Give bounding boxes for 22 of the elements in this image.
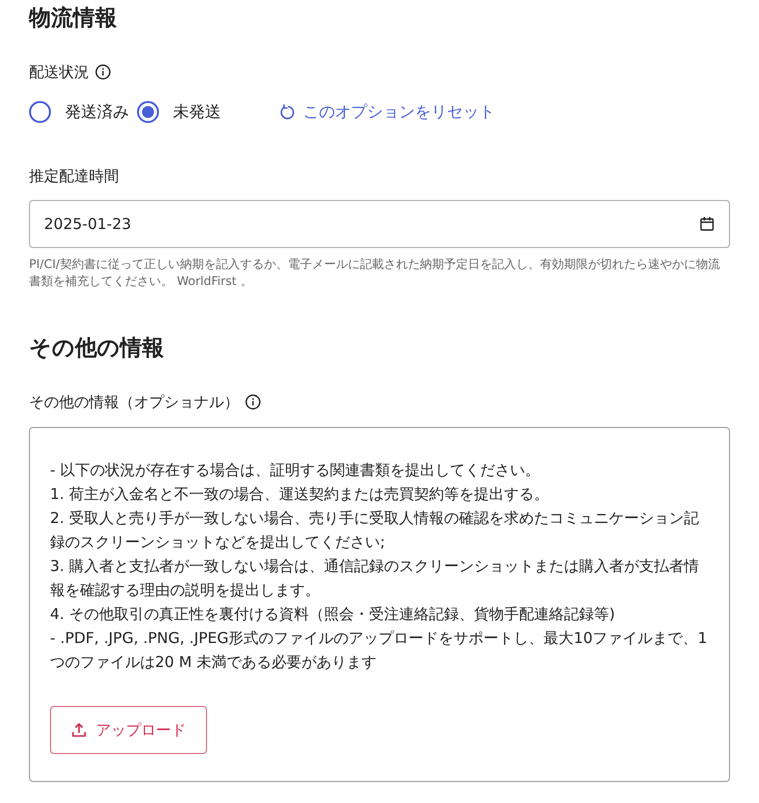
info-icon — [245, 394, 261, 410]
info-icon — [95, 64, 111, 80]
instruction-text: 3. 購入者と支払者が一致しない場合は、通信記録のスクリーンショットまたは購入者が支払者情報を確認する理由の説明を提出します。 — [50, 556, 700, 601]
date-field[interactable]: 2025-01-23 — [29, 200, 730, 248]
field-label: 配送状況 — [29, 62, 89, 82]
help-text: PI/CI/契約書に従って正しい納期を記入するか、電子メールに記載された納期予定日を記入し、有効期限が切れたら速やかに物流書類を補充してください。 WorldFirst 。 — [29, 256, 721, 290]
section-title: 物流情報 — [29, 4, 118, 33]
field-label: 推定配達時間 — [29, 166, 119, 186]
upload-icon[interactable] — [71, 722, 87, 738]
radio-option[interactable]: 未発送 — [137, 101, 221, 123]
instruction-text: - .PDF, .JPG, .PNG, .JPEG形式のファイルのアップロードをサポートし、最大10ファイルまで、1 つのファイルは20 M 未満である必要があります — [50, 628, 708, 673]
section-title: その他の情報 — [29, 335, 165, 363]
instruction-text: 1. 荷主が入金名と不一致の場合、運送契約または売買契約等を提出する。 — [50, 484, 550, 505]
instruction-text: - 以下の状況が存在する場合は、証明する関連書類を提出してください。 — [50, 460, 542, 481]
field-label: その他の情報（オプショナル） — [29, 392, 239, 412]
instruction-text: 2. 受取人と売り手が一致しない場合、売り手に受取人情報の確認を求めたコミュニケーション記録のスクリーンショットなどを提出してください; — [50, 508, 700, 553]
upload-button[interactable]: アップロード — [50, 706, 207, 754]
reset-icon[interactable] — [279, 103, 295, 121]
reset-link[interactable]: このオプションをリセット — [279, 102, 495, 122]
radio-option[interactable]: 発送済み — [29, 101, 129, 123]
calendar-icon[interactable] — [699, 216, 715, 232]
instruction-text: 4. その他取引の真正性を裏付ける資料（照会・受注連絡記録、貨物手配連絡記録等) — [50, 604, 616, 625]
